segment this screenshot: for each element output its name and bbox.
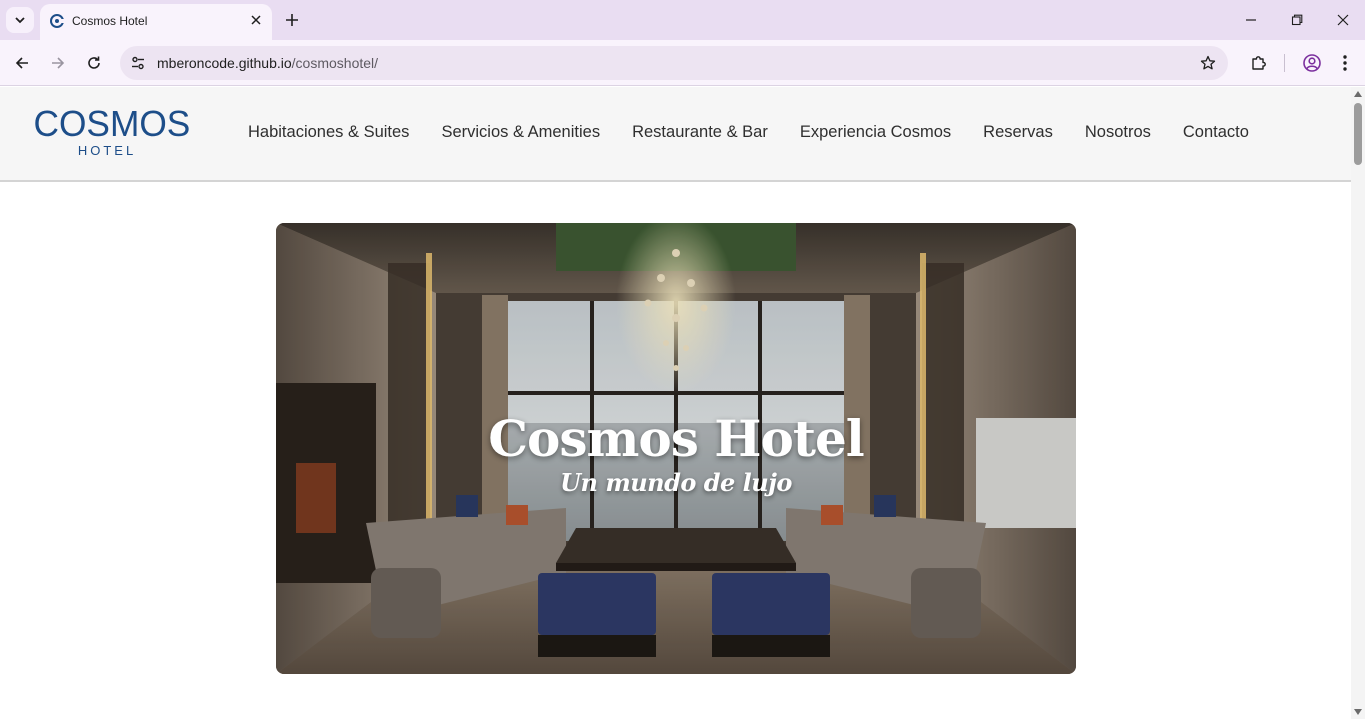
hero-subtitle: Un mundo de lujo — [560, 468, 792, 497]
nav-link-reservas[interactable]: Reservas — [967, 123, 1069, 142]
nav-link-nosotros[interactable]: Nosotros — [1069, 123, 1167, 142]
logo-brand: COSMOS — [33, 103, 191, 144]
chevron-down-icon — [15, 17, 25, 24]
close-icon — [1337, 14, 1349, 26]
tune-icon — [132, 56, 144, 70]
hero-banner: Cosmos Hotel Un mundo de lujo — [276, 223, 1076, 674]
main-nav: Habitaciones & Suites Servicios & Amenit… — [232, 123, 1265, 142]
site-header: COSMOS HOTEL Habitaciones & Suites Servi… — [0, 87, 1351, 182]
minimize-button[interactable] — [1241, 10, 1261, 30]
tab-title: Cosmos Hotel — [72, 14, 148, 28]
close-icon — [251, 15, 261, 25]
browser-tabstrip: Cosmos Hotel — [0, 0, 1365, 40]
reload-icon — [88, 56, 100, 69]
scrollbar-thumb[interactable] — [1354, 103, 1362, 165]
arrow-left-icon — [15, 57, 28, 69]
minimize-icon — [1246, 19, 1256, 21]
account-icon — [1303, 54, 1321, 72]
arrow-right-icon — [52, 57, 65, 69]
url-host: mberoncode.github.io — [157, 55, 292, 71]
logo-sub: HOTEL — [77, 143, 137, 158]
url-text[interactable]: mberoncode.github.io/cosmoshotel/ — [157, 55, 378, 71]
star-icon — [1200, 55, 1216, 70]
extensions-button[interactable] — [1248, 52, 1270, 74]
restore-icon — [1291, 14, 1303, 26]
browser-tab-active[interactable]: Cosmos Hotel — [40, 4, 272, 40]
nav-link-servicios[interactable]: Servicios & Amenities — [425, 123, 616, 142]
site-favicon-icon — [50, 14, 65, 28]
kebab-menu-icon — [1343, 55, 1347, 71]
nav-link-restaurante[interactable]: Restaurante & Bar — [616, 123, 784, 142]
restore-button[interactable] — [1287, 10, 1307, 30]
page-scrollbar[interactable] — [1351, 87, 1365, 719]
scroll-up-arrow-icon[interactable] — [1354, 91, 1362, 97]
nav-link-habitaciones[interactable]: Habitaciones & Suites — [232, 123, 425, 142]
tab-close-button[interactable] — [248, 12, 264, 28]
browser-toolbar: mberoncode.github.io/cosmoshotel/ — [0, 40, 1365, 86]
page-viewport: COSMOS HOTEL Habitaciones & Suites Servi… — [0, 87, 1351, 719]
nav-link-contacto[interactable]: Contacto — [1167, 123, 1265, 142]
bookmark-button[interactable] — [1198, 53, 1218, 73]
menu-button[interactable] — [1334, 52, 1356, 74]
puzzle-icon — [1252, 56, 1266, 70]
toolbar-divider — [1284, 54, 1285, 72]
tab-search-button[interactable] — [6, 7, 34, 33]
site-info-button[interactable] — [128, 53, 148, 73]
site-logo[interactable]: COSMOS HOTEL — [32, 103, 191, 159]
address-bar[interactable]: mberoncode.github.io/cosmoshotel/ — [120, 46, 1228, 80]
plus-icon — [286, 14, 298, 26]
url-path: /cosmoshotel/ — [291, 55, 379, 71]
profile-button[interactable] — [1301, 52, 1323, 74]
reload-button[interactable] — [83, 52, 105, 74]
back-button[interactable] — [11, 52, 33, 74]
new-tab-button[interactable] — [281, 9, 303, 31]
nav-link-experiencia[interactable]: Experiencia Cosmos — [784, 123, 967, 142]
close-window-button[interactable] — [1333, 10, 1353, 30]
forward-button[interactable] — [47, 52, 69, 74]
scroll-down-arrow-icon[interactable] — [1354, 709, 1362, 715]
hero-title: Cosmos Hotel — [488, 409, 865, 468]
